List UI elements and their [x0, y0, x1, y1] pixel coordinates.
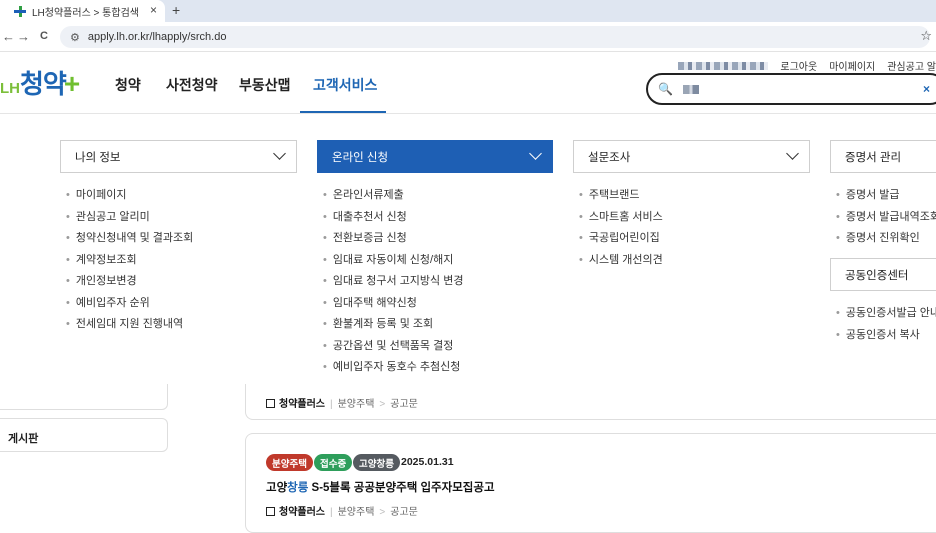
menu-item[interactable]: 증명서 발급내역조회	[836, 208, 936, 224]
chevron-down-icon	[786, 147, 799, 160]
menu-item[interactable]: 공동인증서 복사	[836, 326, 920, 342]
menu-item[interactable]: 시스템 개선의견	[579, 251, 663, 267]
gnb-realestate-map[interactable]: 부동산맵	[239, 75, 291, 95]
menu-head-online-apply[interactable]: 온라인 신청	[317, 140, 553, 173]
interest-notice-link[interactable]: 관심공고 알	[887, 58, 936, 73]
menu-item[interactable]: 예비입주자 순위	[66, 294, 150, 310]
url-input[interactable]: ⚙ apply.lh.or.kr/lhapply/srch.do	[60, 26, 930, 48]
badge-region: 고양창릉	[353, 454, 400, 471]
menu-head-my-info[interactable]: 나의 정보	[60, 140, 297, 173]
forward-icon[interactable]: →	[17, 29, 30, 44]
menu-item[interactable]: 관심공고 알리미	[66, 208, 150, 224]
search-query-redacted	[682, 84, 699, 94]
menu-item[interactable]: 환불계좌 등록 및 조회	[323, 315, 433, 331]
menu-item[interactable]: 전환보증금 신청	[323, 229, 407, 245]
external-link-icon	[266, 399, 275, 408]
menu-item[interactable]: 임대료 청구서 고지방식 변경	[323, 272, 464, 288]
badge-sale-housing: 분양주택	[266, 454, 313, 471]
lh-favicon-icon	[14, 5, 26, 17]
menu-item[interactable]: 주택브랜드	[579, 186, 640, 202]
new-tab-icon[interactable]: +	[172, 2, 180, 18]
badge-accepting: 접수중	[314, 454, 353, 471]
site-logo[interactable]: LH 청약 +	[0, 64, 80, 100]
browser-tab-bar: LH청약플러스 > 통합검색 × +	[0, 0, 936, 22]
menu-head-certificates[interactable]: 증명서 관리	[830, 140, 936, 173]
menu-head-survey[interactable]: 설문조사	[573, 140, 810, 173]
reload-icon[interactable]: C	[40, 30, 48, 42]
chevron-down-icon	[273, 147, 286, 160]
logo-plus-icon: +	[63, 68, 81, 99]
menu-item[interactable]: 개인정보변경	[66, 272, 137, 288]
listing-title[interactable]: 고양창릉 S-5블록 공공분양주택 입주자모집공고	[266, 479, 495, 495]
listing-crumb-top: 청약플러스 | 분양주택 > 공고문	[266, 395, 418, 410]
close-tab-icon[interactable]: ×	[150, 3, 157, 17]
url-text: apply.lh.or.kr/lhapply/srch.do	[87, 31, 227, 43]
address-bar: ← → C ⚙ apply.lh.or.kr/lhapply/srch.do ☆	[0, 22, 936, 52]
menu-item[interactable]: 온라인서류제출	[323, 186, 404, 202]
menu-item[interactable]: 전세임대 지원 진행내역	[66, 315, 183, 331]
menu-item[interactable]: 예비입주자 동호수 추첨신청	[323, 358, 461, 374]
utility-links: 로그아웃 마이페이지 관심공고 알	[678, 58, 936, 73]
gnb-pre-apply[interactable]: 사전청약	[166, 75, 218, 95]
listing-date: 2025.01.31	[401, 456, 454, 468]
menu-item[interactable]: 대출추천서 신청	[323, 208, 407, 224]
bookmark-star-icon[interactable]: ☆	[920, 28, 932, 44]
menu-item[interactable]: 임대주택 해약신청	[323, 294, 417, 310]
logo-lh: LH	[0, 80, 20, 97]
search-icon[interactable]: 🔍	[658, 82, 673, 96]
chevron-down-icon	[529, 147, 542, 160]
mypage-link[interactable]: 마이페이지	[829, 58, 875, 73]
gnb-apply[interactable]: 청약	[115, 75, 141, 95]
menu-item[interactable]: 청약신청내역 및 결과조회	[66, 229, 193, 245]
site-settings-icon[interactable]: ⚙	[70, 31, 80, 44]
menu-item[interactable]: 계약정보조회	[66, 251, 137, 267]
tab-title: LH청약플러스 > 통합검색	[32, 7, 139, 19]
menu-head-cert-center[interactable]: 공동인증센터	[830, 258, 936, 291]
clear-search-icon[interactable]: ×	[923, 82, 930, 96]
menu-item[interactable]: 스마트홈 서비스	[579, 208, 663, 224]
listing-crumb: 청약플러스 | 분양주택 > 공고문	[266, 503, 418, 518]
logout-link[interactable]: 로그아웃	[780, 58, 817, 73]
logo-name: 청약	[20, 69, 67, 99]
menu-item[interactable]: 공간옵션 및 선택품목 결정	[323, 337, 454, 353]
menu-item[interactable]: 증명서 발급	[836, 186, 900, 202]
back-icon[interactable]: ←	[2, 29, 15, 44]
sidebar-board-label: 게시판	[8, 433, 39, 445]
search-input[interactable]: 🔍 ×	[646, 73, 936, 105]
gnb-customer-service[interactable]: 고객서비스	[313, 75, 377, 95]
menu-item[interactable]: 마이페이지	[66, 186, 127, 202]
menu-item[interactable]: 증명서 진위확인	[836, 229, 920, 245]
browser-tab-active[interactable]: LH청약플러스 > 통합검색 ×	[0, 0, 165, 22]
menu-item[interactable]: 공동인증서발급 안내	[836, 304, 936, 320]
user-name-redacted	[678, 61, 769, 70]
menu-item[interactable]: 국공립어린이집	[579, 229, 660, 245]
menu-item[interactable]: 임대료 자동이체 신청/해지	[323, 251, 454, 267]
